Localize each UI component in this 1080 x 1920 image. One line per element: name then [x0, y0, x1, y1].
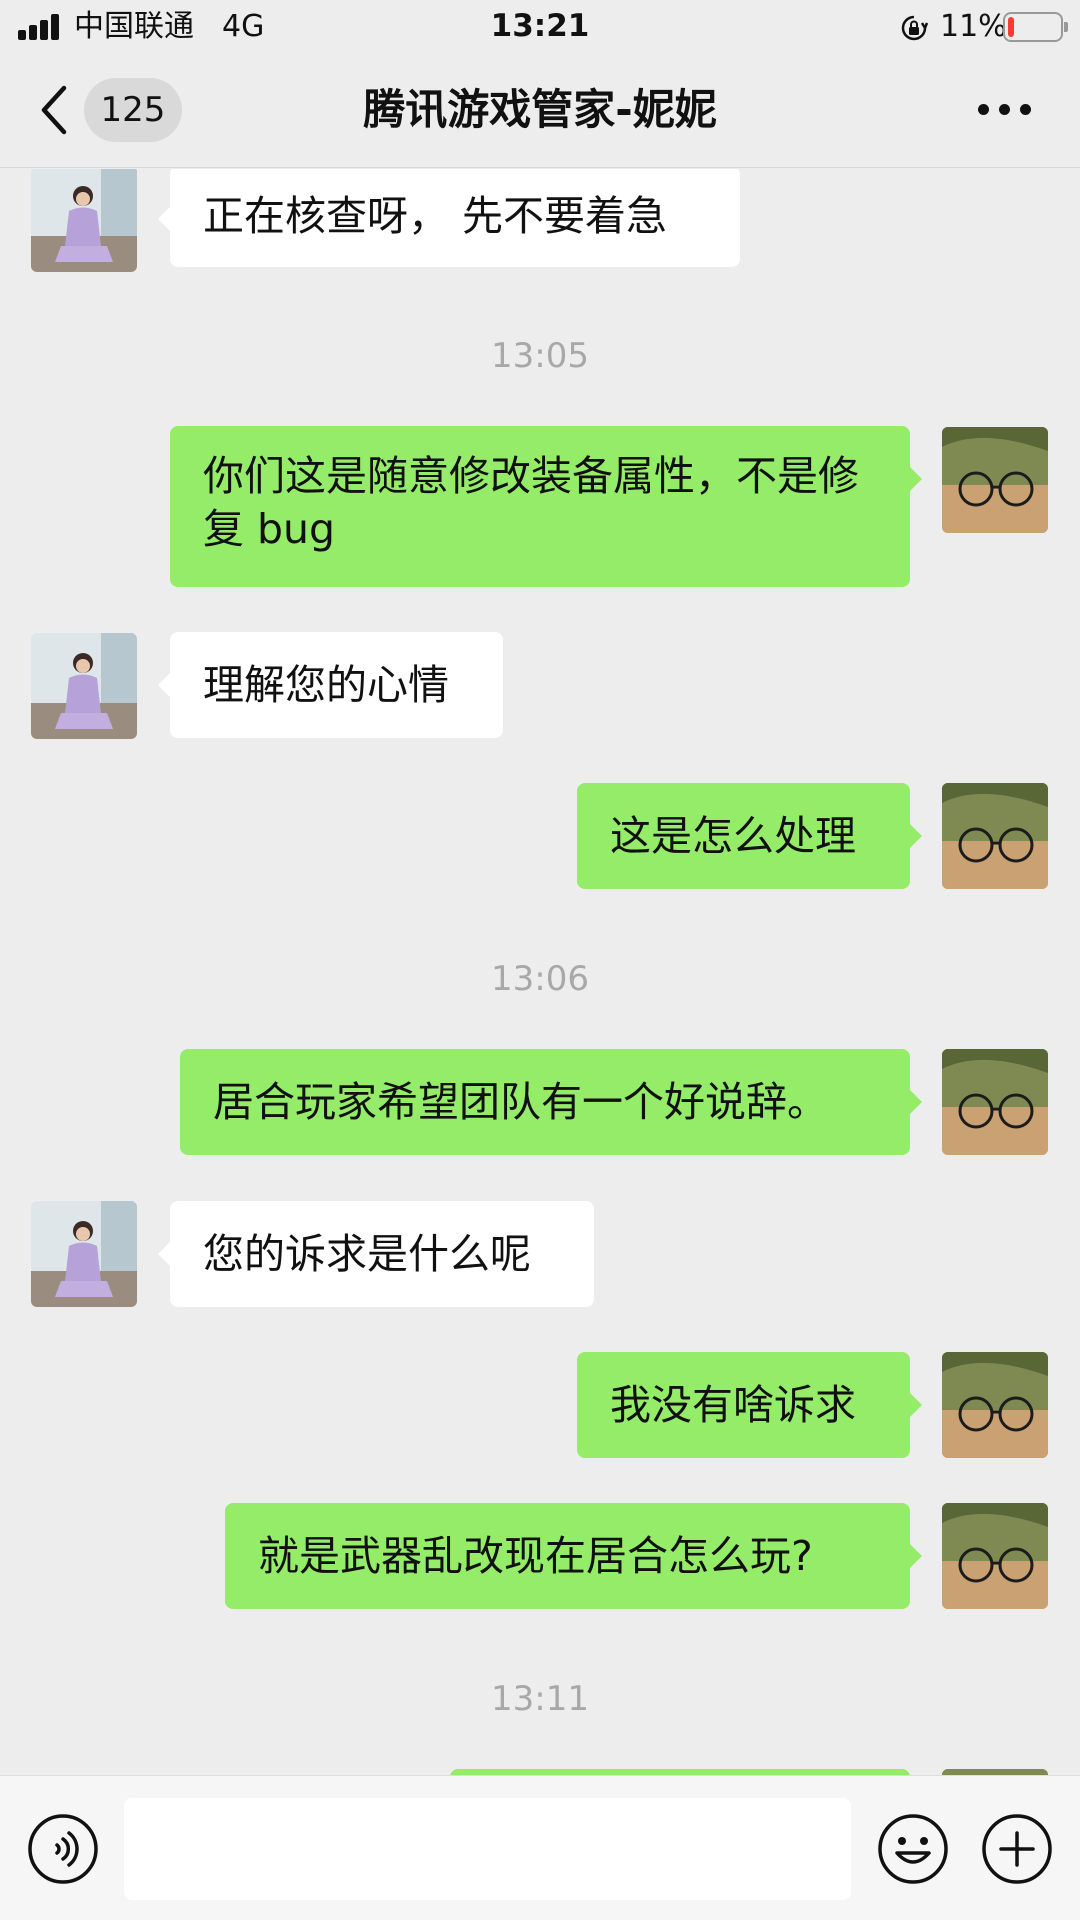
- rotation-lock-icon: [901, 15, 928, 41]
- voice-icon[interactable]: [27, 1813, 99, 1885]
- incoming-message[interactable]: 正在核查呀， 先不要着急: [158, 169, 740, 267]
- user-avatar[interactable]: [942, 1049, 1048, 1155]
- outgoing-message[interactable]: 这是怎么处理: [577, 783, 922, 889]
- battery-level: [1008, 17, 1014, 37]
- chat-title: 腾讯游戏管家-妮妮: [363, 85, 717, 134]
- user-avatar[interactable]: [942, 1503, 1048, 1609]
- message-timestamp: 13:11: [491, 1679, 589, 1719]
- message-input[interactable]: [124, 1798, 851, 1900]
- incoming-message[interactable]: 理解您的心情: [158, 632, 503, 738]
- plus-icon[interactable]: [981, 1813, 1053, 1885]
- contact-avatar[interactable]: [31, 1201, 137, 1307]
- contact-avatar[interactable]: [31, 633, 137, 739]
- status-bar: 中国联通 4G 13:21 11%: [0, 0, 1080, 52]
- battery-icon: [1003, 12, 1068, 42]
- outgoing-message[interactable]: 你们这是随意修改装备属性，不是修复 bug: [170, 426, 922, 587]
- outgoing-message[interactable]: 我没有啥诉求: [577, 1352, 922, 1458]
- user-avatar[interactable]: [942, 427, 1048, 533]
- chat-header: 125 腾讯游戏管家-妮妮: [0, 52, 1080, 168]
- more-dots-icon[interactable]: [978, 92, 1032, 128]
- contact-avatar[interactable]: [31, 169, 137, 272]
- incoming-message[interactable]: 您的诉求是什么呢: [158, 1201, 594, 1307]
- emoji-icon[interactable]: [877, 1813, 949, 1885]
- user-avatar[interactable]: [942, 1352, 1048, 1458]
- message-list[interactable]: 正在核查呀， 先不要着急 13:05 你们这是随意修改装备属性，不是修复 bug…: [0, 169, 1080, 1775]
- message-timestamp: 13:06: [491, 959, 589, 999]
- input-bar: [0, 1775, 1080, 1920]
- battery-percent: 11%: [940, 9, 1007, 44]
- outgoing-message[interactable]: 就是武器乱改现在居合怎么玩?: [225, 1503, 922, 1609]
- user-avatar[interactable]: [942, 783, 1048, 889]
- outgoing-message[interactable]: 居合玩家希望团队有一个好说辞。: [180, 1049, 922, 1155]
- message-timestamp: 13:05: [491, 336, 589, 376]
